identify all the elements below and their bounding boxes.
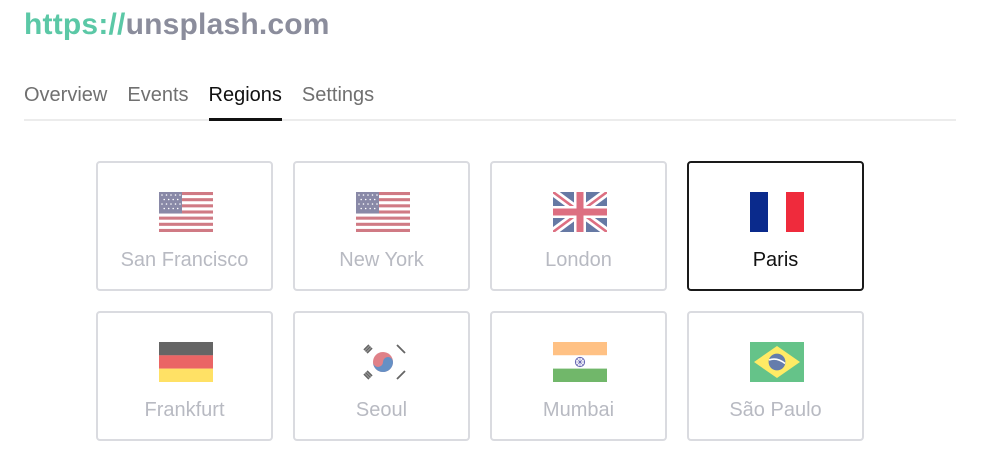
region-card-london[interactable]: London xyxy=(490,161,667,291)
region-card-frankfurt[interactable]: Frankfurt xyxy=(96,311,273,441)
germany-flag-icon xyxy=(159,342,213,382)
region-card-sao-paulo[interactable]: São Paulo xyxy=(687,311,864,441)
region-name: Paris xyxy=(752,249,799,271)
region-name: London xyxy=(545,249,612,271)
us-flag-icon xyxy=(356,192,410,232)
region-card-san-francisco[interactable]: San Francisco xyxy=(96,161,273,291)
region-card-mumbai[interactable]: Mumbai xyxy=(490,311,667,441)
region-card-paris[interactable]: Paris xyxy=(687,161,864,291)
brazil-flag-icon xyxy=(750,342,804,382)
region-card-new-york[interactable]: New York xyxy=(293,161,470,291)
us-flag-icon xyxy=(159,192,213,232)
tab-bar: Overview Events Regions Settings xyxy=(24,80,956,121)
site-url: https://unsplash.com xyxy=(24,8,330,42)
tab-regions[interactable]: Regions xyxy=(208,80,282,121)
region-name: Mumbai xyxy=(542,399,615,421)
uk-flag-icon xyxy=(553,192,607,232)
region-grid: San Francisco New York London Paris Fran… xyxy=(96,161,864,441)
tab-overview[interactable]: Overview xyxy=(24,80,107,121)
region-name: New York xyxy=(339,249,424,271)
tab-settings[interactable]: Settings xyxy=(302,80,374,121)
url-host: unsplash.com xyxy=(125,8,330,41)
region-name: Seoul xyxy=(355,399,408,421)
region-name: Frankfurt xyxy=(144,399,225,421)
france-flag-icon xyxy=(750,192,804,232)
region-name: São Paulo xyxy=(729,399,822,421)
region-card-seoul[interactable]: Seoul xyxy=(293,311,470,441)
url-scheme: https:// xyxy=(24,8,126,41)
india-flag-icon xyxy=(553,342,607,382)
south-korea-flag-icon xyxy=(356,342,410,382)
region-name: San Francisco xyxy=(120,249,249,271)
tab-events[interactable]: Events xyxy=(127,80,188,121)
